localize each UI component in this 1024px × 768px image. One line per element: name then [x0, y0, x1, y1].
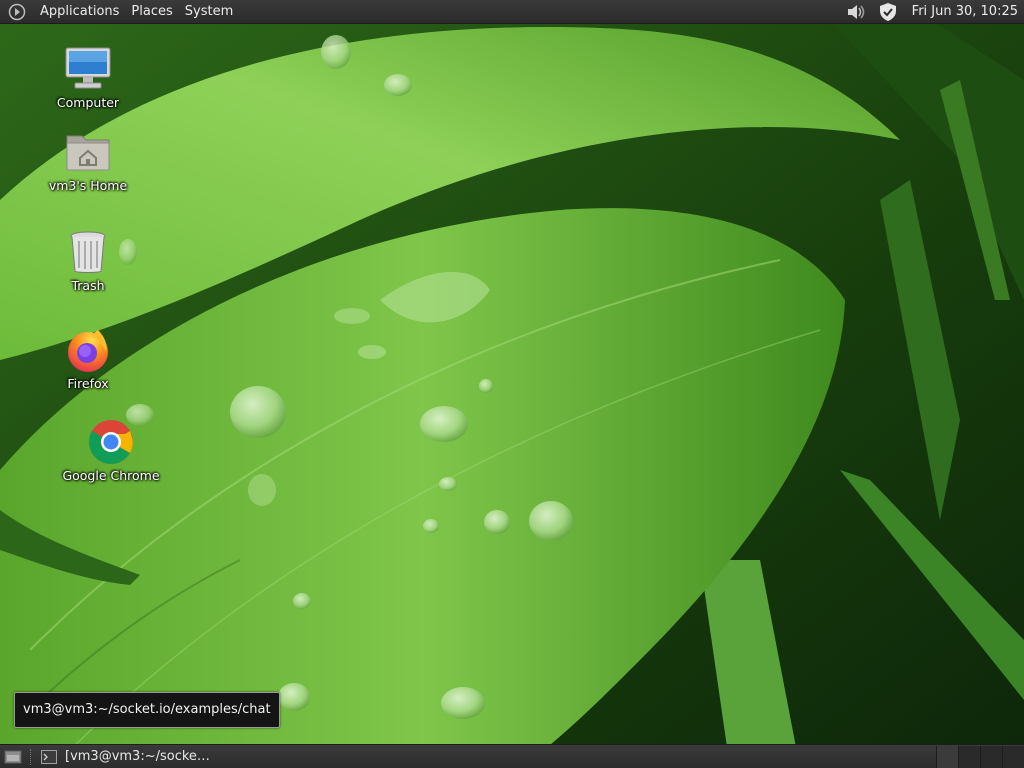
desktop-icon-home[interactable]: vm3's Home [33, 128, 143, 193]
desktop-icon-firefox[interactable]: Firefox [33, 326, 143, 391]
panel-separator [30, 748, 33, 765]
taskbar-button-label: [vm3@vm3:~/socke… [65, 749, 210, 764]
terminal-icon [41, 749, 57, 764]
clock[interactable]: Fri Jun 30, 10:25 [904, 4, 1024, 19]
desktop-icon-label: vm3's Home [48, 178, 128, 193]
desktop-icon-label: Firefox [67, 376, 109, 391]
workspace-2[interactable] [958, 745, 980, 768]
workspace-switcher [936, 745, 1024, 768]
system-menu[interactable]: System [179, 0, 239, 24]
trash-icon [64, 228, 112, 276]
show-desktop-icon [4, 750, 22, 763]
workspace-1[interactable] [936, 745, 958, 768]
show-desktop-button[interactable] [2, 746, 24, 768]
top-panel: Applications Places System Fri Jun 30, 1… [0, 0, 1024, 24]
workspace-4[interactable] [1002, 745, 1024, 768]
taskbar-tooltip: vm3@vm3:~/socket.io/examples/chat [14, 692, 280, 728]
desktop-icon-trash[interactable]: Trash [33, 228, 143, 293]
bottom-panel: [vm3@vm3:~/socke… [0, 744, 1024, 768]
volume-icon[interactable] [845, 1, 867, 23]
shield-icon[interactable] [877, 1, 899, 23]
wallpaper [0, 0, 1024, 768]
system-tray: Fri Jun 30, 10:25 [840, 0, 1024, 24]
applications-logo-icon[interactable] [8, 3, 26, 21]
desktop-icon-chrome[interactable]: Google Chrome [56, 418, 166, 483]
places-menu[interactable]: Places [125, 0, 178, 24]
desktop-icon-label: Google Chrome [62, 468, 160, 483]
desktop-icon-label: Trash [71, 278, 105, 293]
chrome-icon [87, 418, 135, 466]
firefox-icon [64, 326, 112, 374]
home-folder-icon [64, 128, 112, 176]
desktop-icon-label: Computer [56, 95, 120, 110]
workspace-3[interactable] [980, 745, 1002, 768]
desktop-icon-computer[interactable]: Computer [33, 45, 143, 110]
computer-icon [64, 45, 112, 93]
applications-menu[interactable]: Applications [34, 0, 125, 24]
desktop-screen: Applications Places System Fri Jun 30, 1… [0, 0, 1024, 768]
taskbar-button-terminal[interactable]: [vm3@vm3:~/socke… [39, 746, 216, 768]
